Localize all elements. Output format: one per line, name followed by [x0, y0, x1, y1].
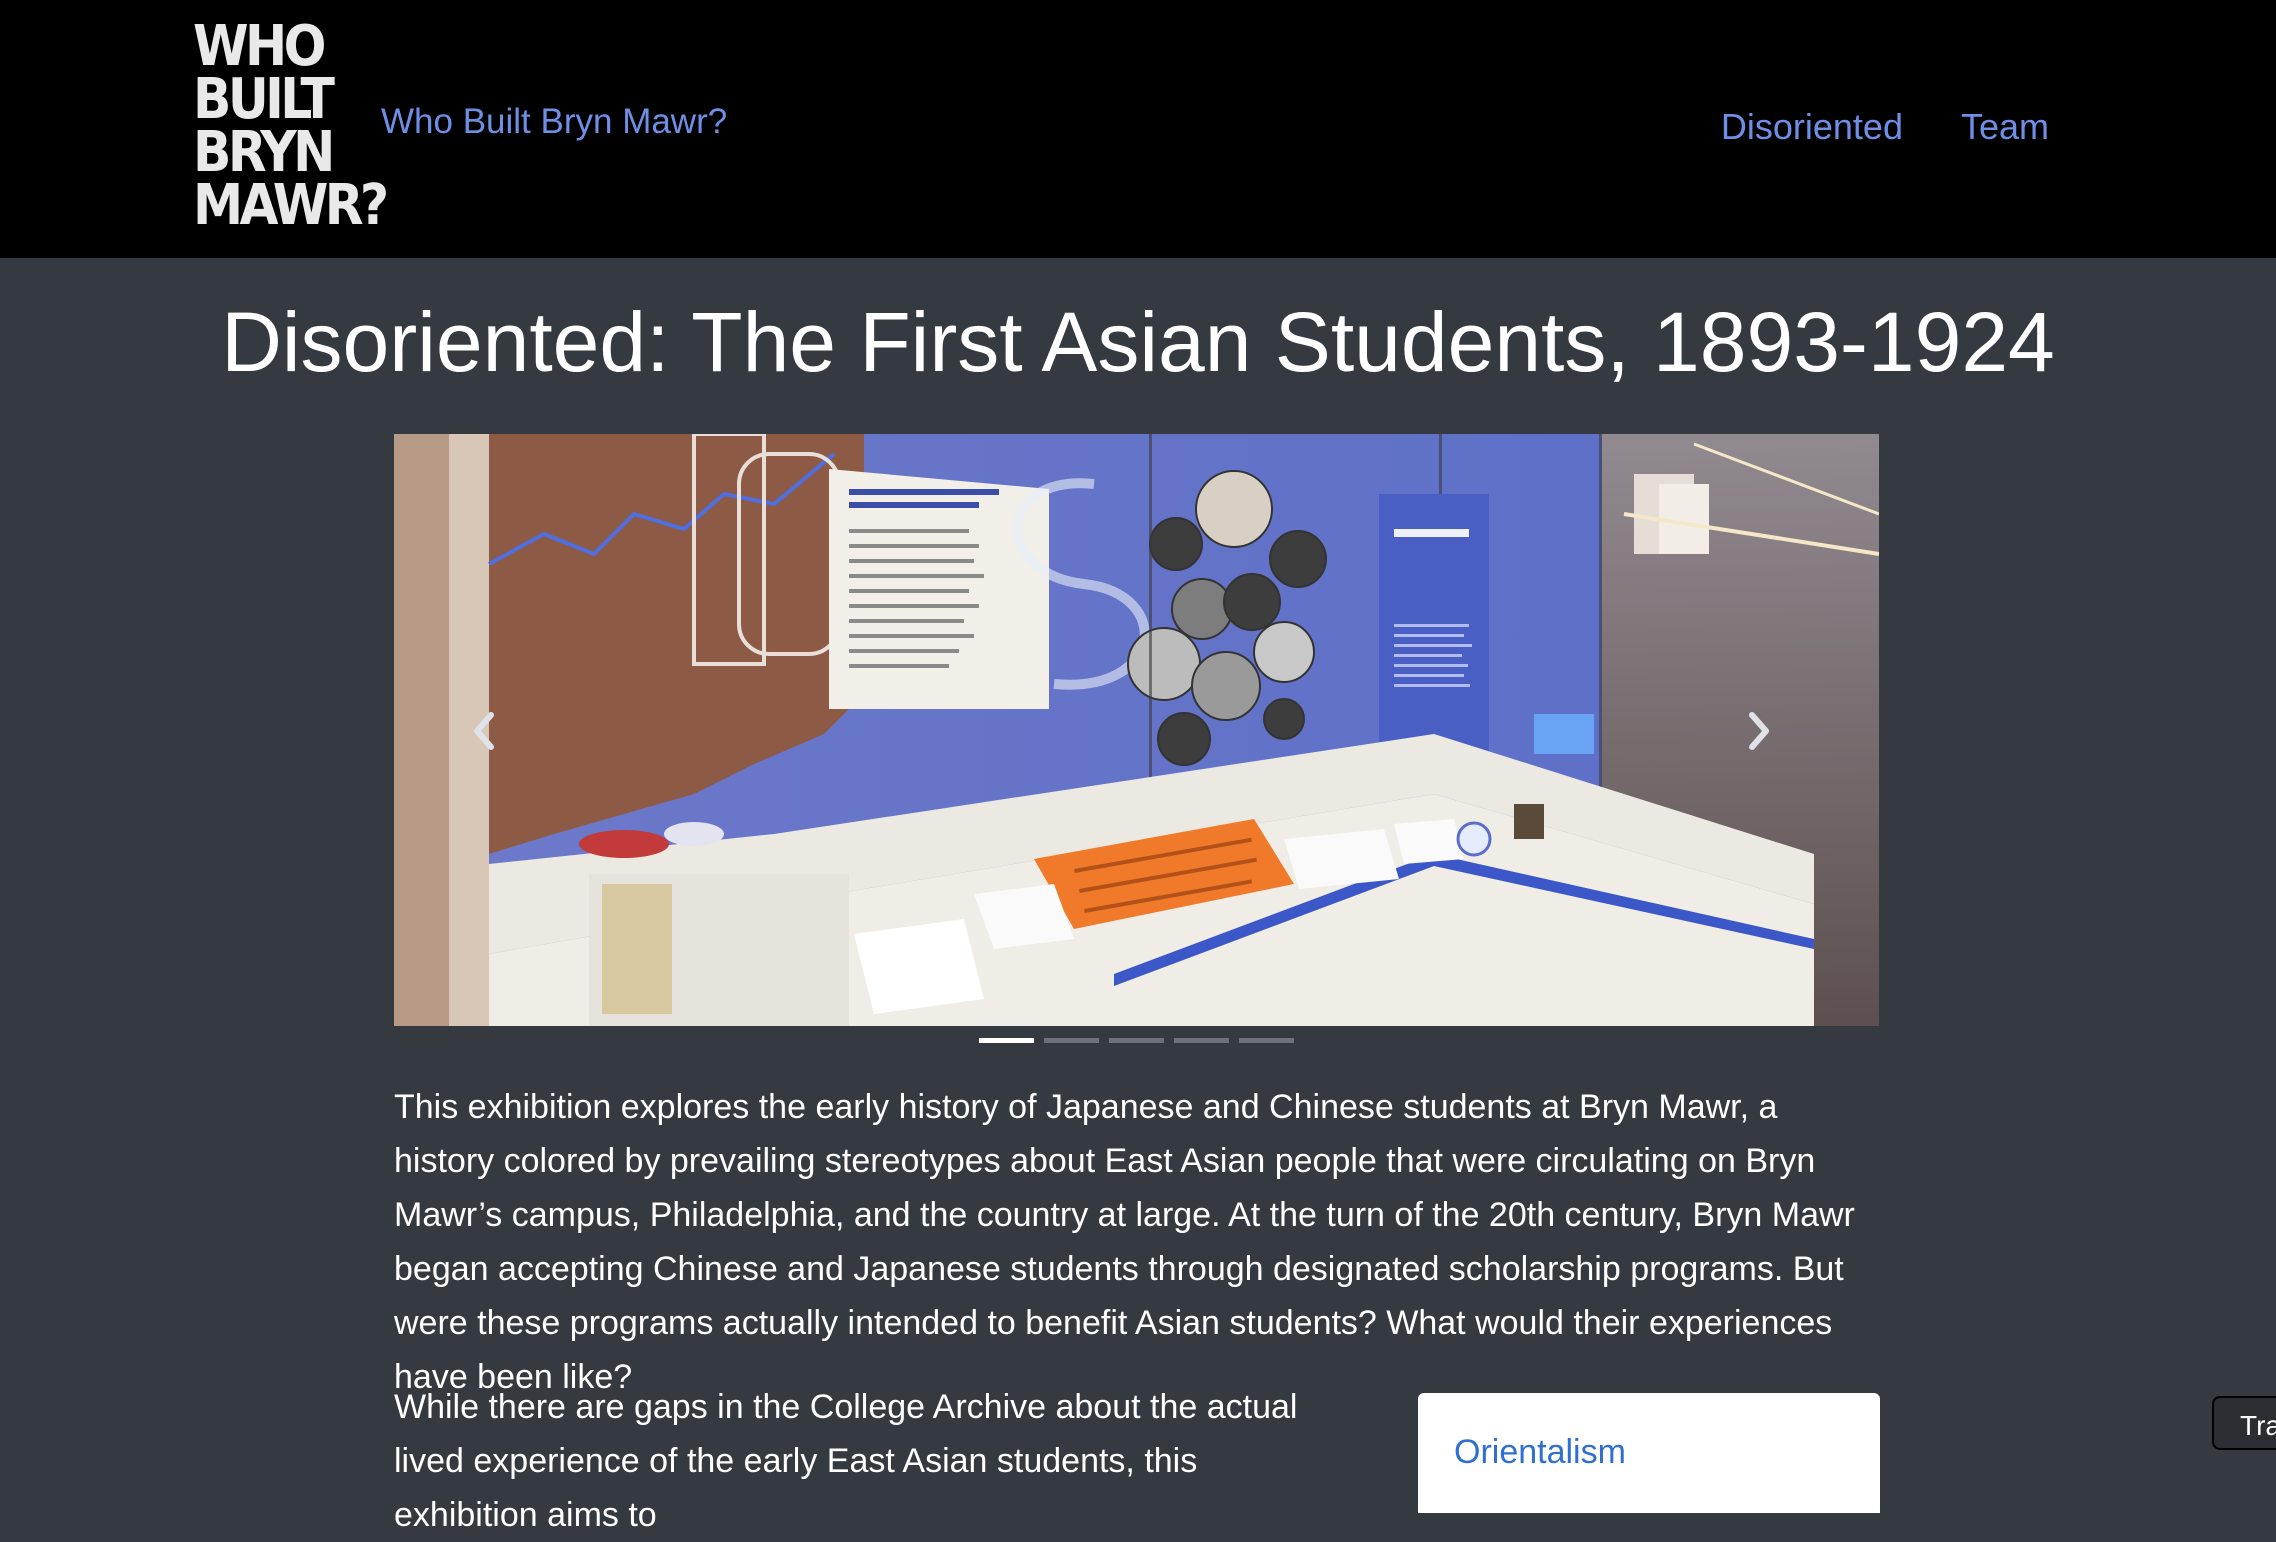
- logo-line-3: BRYN: [193, 120, 335, 185]
- carousel-indicator-2[interactable]: [1044, 1038, 1099, 1043]
- intro-paragraph: This exhibition explores the early histo…: [394, 1088, 1855, 1396]
- carousel-indicator-5[interactable]: [1239, 1038, 1294, 1043]
- site-logo[interactable]: WHO BUILT BRYN MAWR?: [193, 14, 389, 238]
- orientalism-card: Orientalism: [1418, 1393, 1880, 1513]
- carousel-indicators: [979, 1038, 1294, 1043]
- main-nav: Disoriented Team: [1721, 106, 2049, 148]
- translate-label: Tra: [2240, 1410, 2276, 1441]
- chevron-left-icon: [474, 712, 494, 750]
- translate-widget[interactable]: Tra: [2212, 1396, 2276, 1450]
- intro-paragraph-2: While there are gaps in the College Arch…: [394, 1388, 1298, 1534]
- carousel-indicator-1[interactable]: [979, 1038, 1034, 1043]
- site-header: WHO BUILT BRYN MAWR? Who Built Bryn Mawr…: [0, 0, 2276, 258]
- nav-link-team[interactable]: Team: [1961, 106, 2049, 148]
- logo-line-1: WHO: [193, 14, 326, 79]
- carousel-indicator-3[interactable]: [1109, 1038, 1164, 1043]
- carousel-prev-button[interactable]: [454, 696, 514, 766]
- chevron-right-icon: [1749, 712, 1769, 750]
- orientalism-link[interactable]: Orientalism: [1454, 1433, 1626, 1472]
- logo-line-2: BUILT: [193, 67, 335, 132]
- exhibit-photo: [394, 434, 1879, 1026]
- nav-link-disoriented[interactable]: Disoriented: [1721, 106, 1903, 148]
- carousel-next-button[interactable]: [1729, 696, 1789, 766]
- carousel-indicator-4[interactable]: [1174, 1038, 1229, 1043]
- page-title: Disoriented: The First Asian Students, 1…: [221, 295, 2055, 389]
- brand-link[interactable]: Who Built Bryn Mawr?: [381, 102, 727, 142]
- logo-line-4: MAWR?: [193, 173, 389, 238]
- image-carousel: [394, 434, 1879, 1026]
